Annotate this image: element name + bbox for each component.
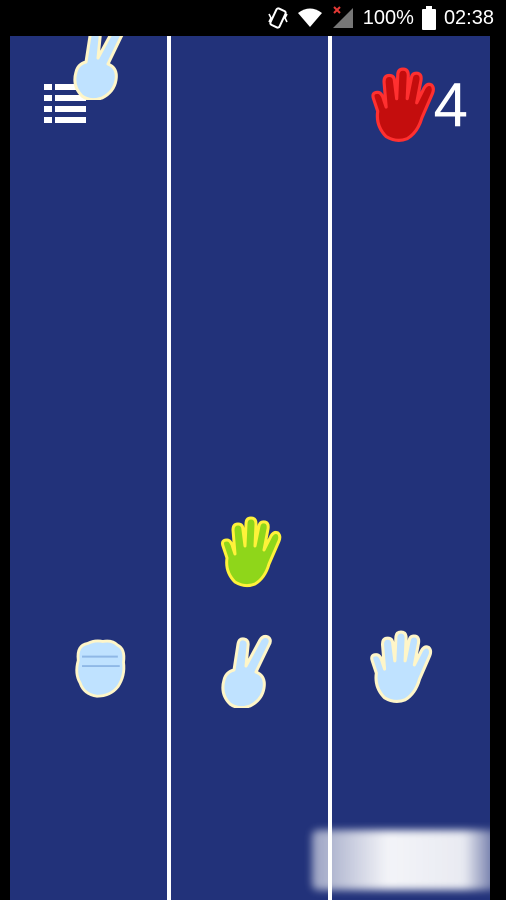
status-icons: 100% 02:38 <box>267 0 494 36</box>
game-field[interactable]: 4 <box>10 36 490 900</box>
lane-divider <box>167 36 171 900</box>
game-screen: 100% 02:38 4 <box>0 0 506 900</box>
paper-choice-button[interactable] <box>366 630 436 706</box>
vibrate-icon <box>267 6 289 30</box>
falling-scissors-hand-icon <box>73 36 124 100</box>
score-value: 4 <box>433 71 468 140</box>
lane-divider <box>328 36 332 900</box>
target-paper-hand-icon <box>370 67 435 142</box>
battery-icon <box>421 6 436 30</box>
scissors-choice-button[interactable] <box>216 634 280 708</box>
falling-paper-hand-icon <box>221 516 282 588</box>
rock-choice-button[interactable] <box>68 634 130 700</box>
clock: 02:38 <box>443 6 494 29</box>
signal-icon <box>331 6 355 30</box>
status-bar: 100% 02:38 <box>0 0 506 36</box>
tap-effect <box>312 830 490 890</box>
wifi-icon <box>297 7 323 29</box>
battery-percent: 100% <box>362 6 414 29</box>
score-area: 4 <box>368 66 468 146</box>
